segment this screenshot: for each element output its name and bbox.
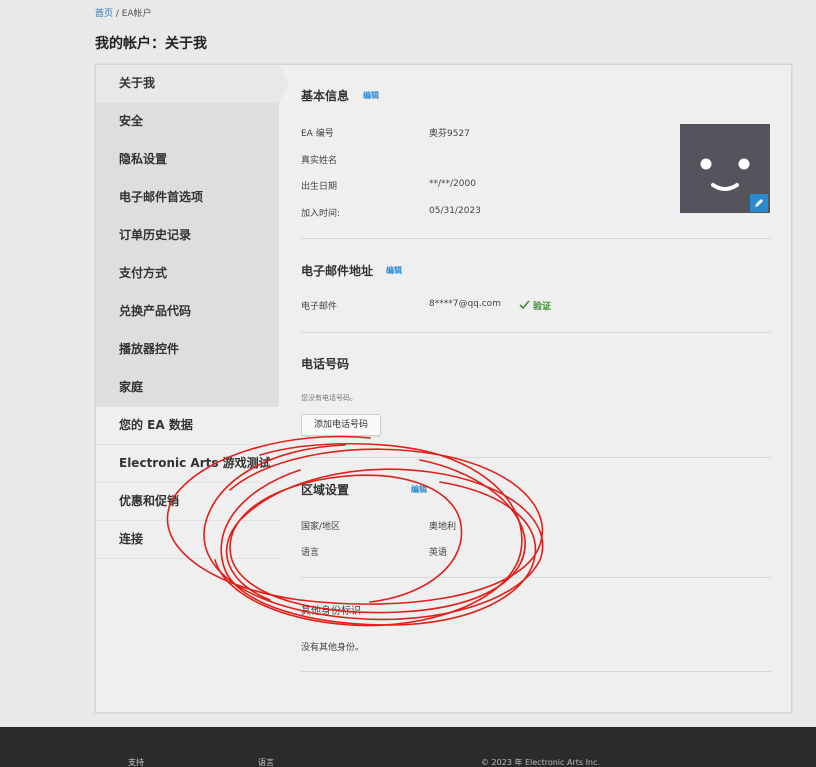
breadcrumb-separator: /	[113, 9, 122, 19]
other-identities-note: 没有其他身份。	[301, 643, 365, 653]
page-title: 我的帐户：关于我	[95, 36, 207, 52]
basic-info-heading: 基本信息	[301, 89, 350, 103]
phone-empty-note: 您没有电话号码。	[301, 394, 357, 402]
sidebar-item-payment-methods[interactable]: 支付方式	[96, 255, 279, 293]
check-icon	[519, 300, 530, 310]
other-identities-heading: 其他身份标识	[301, 606, 361, 617]
footer-copyright: © 2023 年 Electronic Arts Inc.	[481, 758, 600, 767]
breadcrumb: 首页 / EA帐户	[95, 6, 152, 19]
phone-heading: 电话号码	[301, 357, 350, 371]
account-card: 关于我 安全 隐私设置 电子邮件首选项 订单历史记录 支付方式 兑换产品代码 播…	[95, 64, 792, 713]
sidebar-item-email-preferences[interactable]: 电子邮件首选项	[96, 179, 279, 217]
breadcrumb-current: EA帐户	[121, 9, 152, 19]
join-date-value: 05/31/2023	[429, 206, 481, 216]
sidebar-item-privacy[interactable]: 隐私设置	[96, 141, 279, 179]
country-value: 奥地利	[429, 522, 457, 532]
sidebar-item-order-history[interactable]: 订单历史记录	[96, 217, 279, 255]
breadcrumb-home-link[interactable]: 首页	[95, 9, 113, 19]
sidebar-item-offers[interactable]: 优惠和促销	[96, 483, 279, 521]
birth-date-value: **/**/2000	[429, 179, 476, 189]
basic-info-edit-link[interactable]: 编辑	[363, 90, 379, 101]
sidebar-item-about-me[interactable]: 关于我	[96, 65, 289, 103]
sidebar-item-connections[interactable]: 连接	[96, 521, 279, 559]
sidebar-item-ea-data[interactable]: 您的 EA 数据	[96, 407, 279, 445]
birth-date-label: 出生日期	[301, 182, 338, 192]
sidebar: 关于我 安全 隐私设置 电子邮件首选项 订单历史记录 支付方式 兑换产品代码 播…	[96, 65, 289, 559]
avatar-edit-button[interactable]	[750, 194, 768, 212]
footer: 支持 语言 © 2023 年 Electronic Arts Inc.	[0, 727, 816, 767]
email-verified-badge: 验证	[533, 302, 552, 312]
footer-support-link[interactable]: 支持	[128, 757, 144, 767]
sidebar-item-redeem-code[interactable]: 兑换产品代码	[96, 293, 279, 331]
region-edit-link[interactable]: 编辑	[411, 484, 427, 495]
email-heading: 电子邮件地址	[301, 264, 374, 278]
divider	[301, 671, 771, 672]
sidebar-item-playtesting[interactable]: Electronic Arts 游戏测试	[96, 445, 279, 483]
divider	[301, 577, 771, 578]
page: 首页 / EA帐户 我的帐户：关于我 关于我 安全 隐私设置 电子邮件首选项 订…	[0, 0, 816, 767]
footer-language-link[interactable]: 语言	[258, 757, 274, 767]
real-name-label: 真实姓名	[301, 156, 338, 166]
country-label: 国家/地区	[301, 522, 341, 532]
language-label: 语言	[301, 548, 320, 558]
add-phone-button[interactable]: 添加电话号码	[301, 414, 382, 436]
avatar	[680, 124, 770, 213]
divider	[301, 238, 771, 239]
join-date-label: 加入时间:	[301, 209, 341, 219]
divider	[301, 332, 771, 333]
sidebar-item-security[interactable]: 安全	[96, 103, 279, 141]
sidebar-item-family[interactable]: 家庭	[96, 369, 279, 407]
email-value: 8****7@qq.com	[429, 299, 501, 309]
pencil-icon	[755, 199, 763, 207]
sidebar-item-player-controls[interactable]: 播放器控件	[96, 331, 279, 369]
region-heading: 区域设置	[301, 483, 350, 497]
email-edit-link[interactable]: 编辑	[386, 265, 402, 276]
language-value: 英语	[429, 548, 448, 558]
divider	[301, 457, 771, 458]
ea-id-value: 奥芬9527	[429, 129, 470, 139]
ea-id-label: EA 编号	[301, 129, 334, 139]
email-label: 电子邮件	[301, 302, 338, 312]
